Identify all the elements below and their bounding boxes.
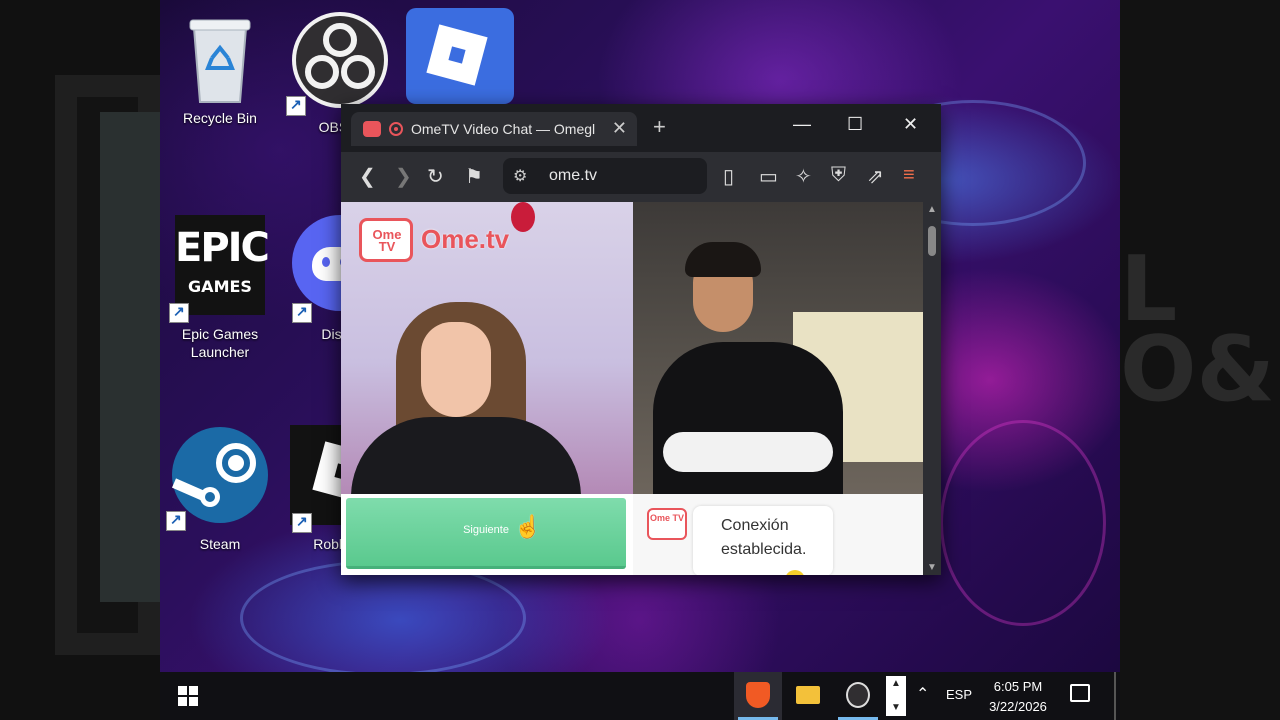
title-bar[interactable]: OmeTV Video Chat — Omegl ✕ + — ☐ ✕ <box>341 104 941 152</box>
roblox-studio-icon <box>406 8 514 104</box>
show-hidden-icons-icon[interactable]: ⌃ <box>916 684 929 704</box>
ometv-tv-icon: Ome TV <box>359 218 413 262</box>
desktop-icon-recycle-bin[interactable]: Recycle Bin <box>170 10 270 127</box>
notification-center-icon[interactable] <box>1070 684 1090 702</box>
desktop-icon-label: Epic Games Launcher <box>181 326 259 360</box>
shortcut-arrow-icon <box>292 303 312 323</box>
remote-video <box>633 202 923 494</box>
epic-logo-sub: GAMES <box>188 277 252 296</box>
maximize-button[interactable]: ☐ <box>847 114 863 135</box>
person-arms <box>663 432 833 472</box>
epic-games-icon: EPIC GAMES <box>169 215 270 323</box>
person-body <box>351 417 581 494</box>
clock-time: 6:05 PM <box>993 679 1043 694</box>
blurred-logo: L O& <box>1120 237 1275 422</box>
windows-start-icon[interactable] <box>178 686 198 706</box>
taskbar-file-explorer[interactable] <box>784 672 832 720</box>
wallpaper-swirl <box>240 560 526 672</box>
sidebar-icon[interactable]: ▯ <box>723 164 734 189</box>
wallpaper-swirl <box>940 420 1106 626</box>
obs-icon <box>286 10 390 116</box>
brave-lion-icon <box>746 682 770 708</box>
shields-icon[interactable]: ⛨ <box>831 164 846 187</box>
balloon <box>511 202 535 232</box>
forward-icon[interactable]: ❯ <box>395 164 412 189</box>
ometv-chat-logo-icon: Ome TV <box>647 508 687 540</box>
ometv-favicon-icon <box>363 121 381 137</box>
address-bar[interactable]: ⚙ ome.tv <box>503 158 707 194</box>
ometv-brand-text: Ome.tv <box>421 224 510 254</box>
bookmark-icon[interactable]: ⚑ <box>465 164 483 189</box>
chat-message-text: Conexión establecida. <box>721 517 807 558</box>
chevron-up-icon[interactable]: ▲ <box>891 678 901 689</box>
share-icon[interactable]: ⇗ <box>867 164 884 189</box>
tab-close-icon[interactable]: ✕ <box>612 118 627 139</box>
emoji-icon <box>785 570 805 575</box>
tray-scroll-control[interactable]: ▲ ▼ <box>886 676 906 716</box>
menu-icon[interactable]: ≡ <box>903 164 915 187</box>
back-icon[interactable]: ❮ <box>359 164 376 189</box>
clock[interactable]: 6:05 PM 3/22/2026 <box>980 677 1056 717</box>
local-video: Ome TV Ome.tv <box>341 202 633 494</box>
leo-ai-icon[interactable]: ✧ <box>795 164 812 189</box>
language-indicator[interactable]: ESP <box>946 687 972 702</box>
wallet-icon[interactable]: ▭ <box>759 164 778 189</box>
left-letterbox <box>0 0 160 720</box>
reload-icon[interactable]: ↻ <box>427 164 444 189</box>
scroll-up-icon[interactable]: ▲ <box>927 204 937 215</box>
person-face <box>421 322 491 417</box>
scrollbar-thumb[interactable] <box>928 226 936 256</box>
shortcut-arrow-icon <box>292 513 312 533</box>
person-hair <box>685 242 761 277</box>
tab-ometv[interactable]: OmeTV Video Chat — Omegl ✕ <box>351 112 637 146</box>
chat-logo-text: Ome TV <box>649 513 684 523</box>
blurred-panel <box>100 112 160 602</box>
tab-title: OmeTV Video Chat — Omegl <box>411 121 596 137</box>
discord-eye <box>322 257 330 267</box>
taskbar-brave[interactable] <box>734 672 782 720</box>
chevron-down-icon[interactable]: ▼ <box>891 702 901 713</box>
taskbar: ▲ ▼ ⌃ ESP 6:05 PM 3/22/2026 <box>160 672 1120 720</box>
close-window-button[interactable]: ✕ <box>903 114 918 135</box>
page-scrollbar[interactable]: ▲ ▼ <box>923 202 941 575</box>
desktop-icon-roblox-studio[interactable] <box>406 8 514 104</box>
shortcut-arrow-icon <box>169 303 189 323</box>
page-content: Ome TV Ome.tv Siguiente ☝ Ome TV Conexió… <box>341 202 923 575</box>
next-button-label: Siguiente <box>463 524 509 536</box>
taskbar-obs[interactable] <box>834 672 882 720</box>
url-text: ome.tv <box>549 167 598 184</box>
steam-icon <box>166 425 270 531</box>
shortcut-arrow-icon <box>286 96 306 116</box>
chat-area: Ome TV Conexión establecida. <box>633 494 923 575</box>
desktop-icon-label: Steam <box>199 536 241 552</box>
clock-date: 3/22/2026 <box>989 699 1047 714</box>
recording-indicator-icon <box>389 122 403 136</box>
right-letterbox: L O& <box>1120 0 1280 720</box>
browser-toolbar: ❮ ❯ ↻ ⚑ ⚙ ome.tv ▯ ▭ ✧ ⛨ ⇗ ≡ <box>341 152 941 202</box>
browser-window: OmeTV Video Chat — Omegl ✕ + — ☐ ✕ ❮ ❯ ↻… <box>341 104 941 575</box>
site-settings-icon[interactable]: ⚙ <box>513 166 527 186</box>
recycle-bin-icon <box>180 10 260 105</box>
scroll-down-icon[interactable]: ▼ <box>927 562 937 573</box>
epic-logo-text: EPIC <box>175 225 270 271</box>
chat-message: Conexión establecida. <box>693 506 833 575</box>
next-button[interactable]: Siguiente ☝ <box>346 498 626 569</box>
control-panel: Siguiente ☝ Ome TV Conexión establecida. <box>341 494 923 575</box>
desktop-icon-steam[interactable]: Steam <box>166 425 270 553</box>
shortcut-arrow-icon <box>166 511 186 531</box>
folder-icon <box>796 686 820 704</box>
desktop-icon-epic-games[interactable]: EPIC GAMES Epic Games Launcher <box>169 215 270 361</box>
desktop-icon-label: Recycle Bin <box>183 110 257 126</box>
minimize-button[interactable]: — <box>793 114 811 135</box>
new-tab-button[interactable]: + <box>653 114 666 140</box>
obs-icon <box>846 682 870 708</box>
mouse-cursor-icon: ☝ <box>514 514 542 539</box>
ometv-tv-text: Ome TV <box>372 227 402 254</box>
show-desktop-button[interactable] <box>1114 672 1116 720</box>
